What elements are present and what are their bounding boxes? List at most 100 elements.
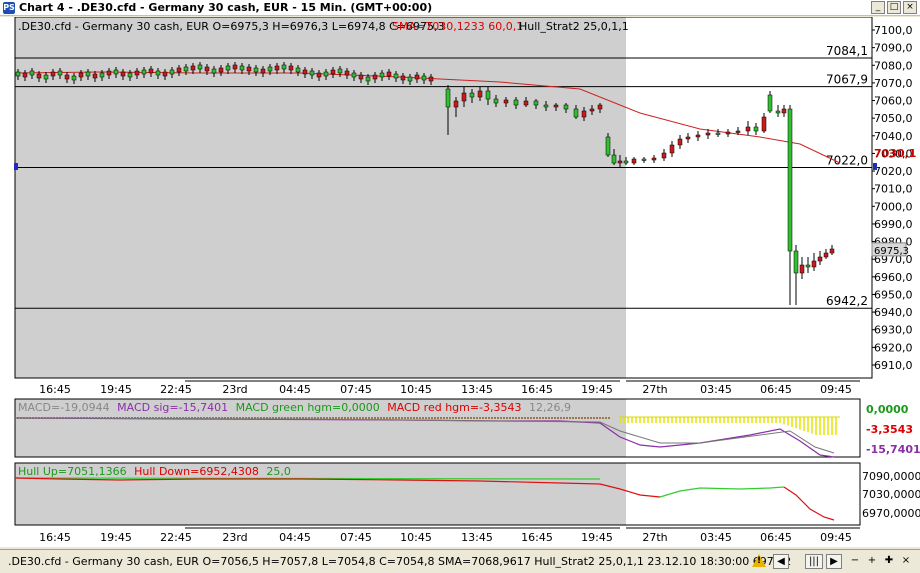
time-axis-label: 07:45 bbox=[340, 531, 372, 544]
crosshair-icon[interactable]: ✚ bbox=[881, 554, 897, 569]
candle-body bbox=[543, 104, 549, 108]
price-tick-label: 7020,0 bbox=[874, 165, 913, 178]
candle-body bbox=[781, 108, 787, 114]
zoom-in-icon[interactable]: + bbox=[864, 554, 880, 569]
time-axis-top: 16:45 19:45 22:45 23rd 04:45 07:45 10:45 13:45 1… bbox=[39, 377, 860, 396]
window-titlebar: PS Chart 4 - .DE30.cfd - Germany 30 cash… bbox=[0, 0, 920, 16]
candle-body bbox=[57, 70, 63, 76]
price-tick-label: 6950,0 bbox=[874, 288, 913, 301]
candle-body bbox=[260, 68, 266, 74]
main-price-panel[interactable]: 7100,0 7090,0 7080,0 7070,0 7060,0 7050,0 7040… bbox=[14, 16, 916, 379]
candle-body bbox=[337, 68, 343, 74]
candle-body bbox=[274, 65, 280, 71]
candle-body bbox=[169, 69, 175, 75]
candle-body bbox=[344, 70, 350, 76]
hull-legend: Hull Up=7051,1366 Hull Down=6952,4308 25… bbox=[18, 465, 291, 478]
price-tick-label: 7000,0 bbox=[874, 200, 913, 213]
candle-body bbox=[64, 74, 70, 80]
candle-body bbox=[141, 69, 147, 75]
candle-body bbox=[218, 67, 224, 73]
hull-panel[interactable]: Hull Up=7051,1366 Hull Down=6952,4308 25… bbox=[14, 462, 920, 526]
candle-body bbox=[651, 157, 657, 161]
candle-body bbox=[393, 73, 399, 79]
time-axis-label: 19:45 bbox=[581, 531, 613, 544]
price-tick-label: 7090,0 bbox=[874, 42, 913, 55]
zoom-out-icon[interactable]: − bbox=[847, 554, 863, 569]
candle-body bbox=[267, 66, 273, 72]
time-axis-label: 16:45 bbox=[521, 531, 553, 544]
minimize-button[interactable]: _ bbox=[871, 1, 885, 14]
price-tick-label: 6940,0 bbox=[874, 306, 913, 319]
candle-body bbox=[106, 70, 112, 76]
candle-body bbox=[735, 130, 741, 133]
candle-body bbox=[753, 126, 759, 132]
candle-body bbox=[134, 70, 140, 76]
right-price-marker bbox=[873, 163, 877, 170]
hull-down-line-recent bbox=[783, 486, 835, 521]
candle-body bbox=[421, 75, 427, 81]
app-icon: PS bbox=[3, 1, 15, 14]
price-tick-label: 7100,0 bbox=[874, 24, 913, 37]
chart-canvas[interactable]: 7100,0 7090,0 7080,0 7070,0 7060,0 7050,0 7040… bbox=[0, 16, 920, 547]
chart-area[interactable]: 7100,0 7090,0 7080,0 7070,0 7060,0 7050,0 7040… bbox=[0, 16, 920, 547]
candle-body bbox=[323, 71, 329, 77]
candle-body bbox=[85, 71, 91, 77]
close-chart-icon[interactable]: × bbox=[898, 554, 914, 569]
candle-body bbox=[127, 72, 133, 78]
candle-body bbox=[428, 76, 434, 82]
hull-axis-tick-bottom: 6970,0000 bbox=[862, 507, 920, 520]
candle-body bbox=[176, 67, 182, 73]
scroll-right-button[interactable]: ▶ bbox=[826, 554, 842, 569]
price-tick-label: 7050,0 bbox=[874, 112, 913, 125]
scroll-handle[interactable]: ||| bbox=[805, 554, 823, 569]
window-controls: _ □ × bbox=[871, 1, 917, 14]
candle-body bbox=[745, 126, 751, 132]
candle-body bbox=[767, 94, 773, 112]
candle-body bbox=[817, 256, 823, 262]
candle-body bbox=[793, 250, 799, 274]
candle-body bbox=[288, 65, 294, 71]
candle-body bbox=[485, 90, 491, 100]
candle-body bbox=[787, 108, 793, 252]
time-axis-label: 19:45 bbox=[581, 383, 613, 396]
time-axis-label: 19:45 bbox=[100, 383, 132, 396]
candle-body bbox=[330, 69, 336, 75]
time-axis-label: 10:45 bbox=[400, 383, 432, 396]
candle-body bbox=[92, 73, 98, 79]
current-price-tag: 6975,3 bbox=[871, 242, 909, 257]
candle-body bbox=[605, 136, 611, 156]
candle-body bbox=[461, 92, 467, 102]
candle-body bbox=[533, 100, 539, 106]
candle-body bbox=[211, 68, 217, 74]
macd-panel[interactable]: MACD=-19,0944 MACD sig=-15,7401 MACD gre… bbox=[14, 398, 920, 458]
hull-axis-tick-mid: 7030,0000 bbox=[862, 488, 920, 501]
macd-legend: MACD=-19,0944 MACD sig=-15,7401 MACD gre… bbox=[18, 401, 571, 414]
candle-body bbox=[162, 71, 168, 77]
candle-body bbox=[695, 134, 701, 138]
hull-up-label: Hull Up=7051,1366 bbox=[18, 465, 127, 478]
candle-body bbox=[232, 64, 238, 70]
price-axis: 7100,0 7090,0 7080,0 7070,0 7060,0 7050,0 7040… bbox=[872, 24, 913, 372]
window-title: Chart 4 - .DE30.cfd - Germany 30 cash, E… bbox=[19, 1, 433, 14]
price-tick-label: 7010,0 bbox=[874, 183, 913, 196]
time-axis-label: 23rd bbox=[222, 383, 247, 396]
candle-body bbox=[50, 71, 56, 77]
time-axis-label: 16:45 bbox=[521, 383, 553, 396]
candle-body bbox=[513, 99, 519, 106]
warning-icon[interactable]: ! bbox=[752, 554, 766, 567]
candle-body bbox=[775, 110, 781, 114]
time-axis-label: 27th bbox=[642, 383, 667, 396]
hull-up-line-recent bbox=[659, 486, 785, 498]
maximize-button[interactable]: □ bbox=[887, 1, 901, 14]
candle-body bbox=[351, 72, 357, 78]
scroll-left-button[interactable]: ◀ bbox=[773, 554, 789, 569]
close-button[interactable]: × bbox=[903, 1, 917, 14]
macd-sig-label: MACD sig=-15,7401 bbox=[117, 401, 228, 414]
hull-params-label: 25,0 bbox=[266, 465, 291, 478]
candle-body bbox=[78, 72, 84, 78]
price-tick-label: 7080,0 bbox=[874, 59, 913, 72]
candle-body bbox=[823, 252, 829, 258]
candle-body bbox=[581, 110, 587, 118]
candle-body bbox=[379, 72, 385, 78]
candle-body bbox=[597, 104, 603, 110]
